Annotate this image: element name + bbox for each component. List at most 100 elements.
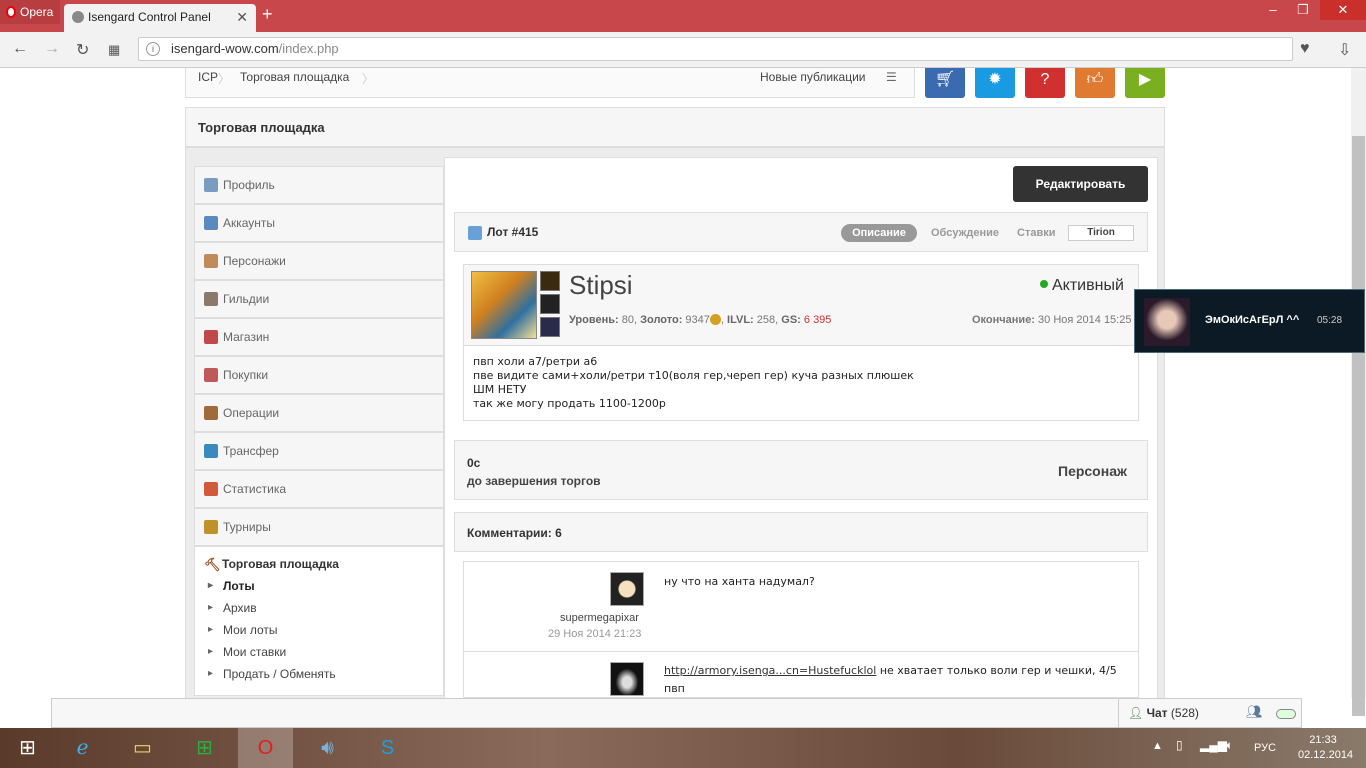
comment-user[interactable]: supermegapixar [560, 612, 639, 624]
friends-icon[interactable]: 👥︎ [1246, 704, 1263, 720]
volume-icon[interactable]: 🔈︎ [1226, 738, 1233, 753]
breadcrumb-separator: 〉 [218, 72, 231, 86]
gs-label: GS: [781, 314, 801, 326]
show-hidden-icons[interactable]: ▲ [1152, 740, 1163, 752]
toggle-switch[interactable] [1276, 709, 1296, 719]
window-close-icon[interactable]: ✕ [1320, 0, 1366, 20]
level-value: 80 [621, 314, 634, 326]
chat-bar [51, 698, 1302, 728]
language-indicator[interactable]: РУС [1254, 742, 1276, 754]
breadcrumb-current[interactable]: Торговая площадка [240, 70, 349, 84]
gs-value: 6 395 [803, 314, 832, 326]
forward-icon[interactable]: → [44, 40, 60, 58]
divider [1118, 698, 1119, 728]
timer-label: до завершения торгов [467, 474, 601, 488]
status-badge: Активный [1040, 277, 1124, 295]
shop-cart-icon[interactable]: 🛒︎ [925, 68, 965, 98]
sidebar-item-statistics[interactable]: Статистика [194, 470, 444, 508]
trophy-icon [204, 520, 218, 534]
list-icon[interactable]: ☰ [886, 70, 897, 84]
sidebar-item-tournaments[interactable]: Турниры [194, 508, 444, 546]
sidebar-item-label: Трансфер [223, 444, 279, 458]
character-link[interactable]: Персонаж [1058, 463, 1127, 479]
sound-app-icon[interactable]: 🔊︎ [300, 728, 355, 768]
auction-timer-box [454, 440, 1148, 500]
close-tab-icon[interactable]: ✕ [236, 4, 248, 30]
chat-count: (528) [1170, 706, 1199, 720]
taskbar-clock[interactable]: 21:33 02.12.2014 [1298, 733, 1354, 763]
chat-button[interactable]: 👤︎ Чат (528) [1128, 706, 1199, 720]
sidebar-item-transfer[interactable]: Трансфер [194, 432, 444, 470]
armory-link[interactable]: http://armory.isenga...cn=Hustefucklol [664, 664, 876, 677]
windows-start-icon[interactable]: ⊞ [0, 728, 55, 768]
lot-card-header [463, 264, 1139, 346]
ilvl-label: ILVL: [727, 314, 754, 326]
maximize-icon[interactable]: ❐ [1288, 0, 1318, 20]
sidebar-item-shop[interactable]: Магазин [194, 318, 444, 356]
ilvl-value: 258 [756, 314, 776, 326]
breadcrumb-separator: 〉 [362, 72, 375, 86]
spec-icon [540, 294, 560, 314]
lot-icon [468, 226, 482, 240]
submenu-item-my-bids[interactable]: Мои ставки [208, 645, 286, 659]
internet-explorer-icon[interactable]: ℯ [55, 728, 110, 768]
signal-icon[interactable]: ▂▄▆ [1200, 738, 1227, 752]
clock-time: 21:33 [1309, 734, 1337, 746]
sidebar-item-market[interactable]: 🔨︎ Торговая площадка [204, 557, 339, 572]
timer-value: 0с [467, 456, 481, 470]
sidebar-item-characters[interactable]: Персонажи [194, 242, 444, 280]
comment-text: http://armory.isenga...cn=Hustefucklol н… [664, 662, 1124, 698]
new-posts-link[interactable]: Новые публикации [760, 70, 866, 84]
help-icon[interactable]: ? [1025, 68, 1065, 98]
minimize-icon[interactable]: ‒ [1258, 0, 1288, 20]
breadcrumb-root[interactable]: ICP [198, 70, 218, 84]
file-explorer-icon[interactable]: ▭ [115, 728, 170, 768]
sidebar-item-guilds[interactable]: Гильдии [194, 280, 444, 318]
comment-avatar[interactable] [610, 662, 644, 696]
tab-description[interactable]: Описание [841, 224, 917, 242]
sidebar-item-label: Статистика [223, 482, 287, 496]
spec-icon [540, 317, 560, 337]
sidebar-item-purchases[interactable]: Покупки [194, 356, 444, 394]
download-icon[interactable]: ⇩ [1338, 40, 1351, 60]
character-stats: Уровень: 80, Золото: 9347, ILVL: 258, GS… [569, 314, 832, 326]
reload-icon[interactable]: ↻ [76, 40, 89, 60]
url-field[interactable]: i isengard-wow.com/index.php [138, 37, 1293, 61]
opera-menu-button[interactable]: Opera [0, 0, 60, 24]
scrollbar-thumb[interactable] [1352, 136, 1365, 716]
like-icon[interactable]: 👍︎ [1075, 68, 1115, 98]
sidebar-item-profile[interactable]: Профиль [194, 166, 444, 204]
gold-label: Золото: [640, 314, 683, 326]
opera-taskbar-icon[interactable]: O [238, 728, 293, 768]
submenu-item-my-lots[interactable]: Мои лоты [208, 623, 278, 637]
tab-bids[interactable]: Ставки [1017, 224, 1055, 242]
speed-dial-icon[interactable]: ▦ [108, 42, 120, 58]
edit-button[interactable]: Редактировать [1013, 166, 1148, 202]
breadcrumb: ICP 〉 Торговая площадка 〉 Новые публикац… [185, 68, 915, 98]
sidebar-item-accounts[interactable]: Аккаунты [194, 204, 444, 242]
skype-icon[interactable]: S [360, 728, 415, 768]
sidebar-item-label: Гильдии [223, 292, 270, 306]
chat-notification[interactable]: ЭмОкИсАгЕрЛ ^^ 05:28 [1134, 289, 1365, 353]
comment-avatar[interactable] [610, 572, 644, 606]
sidebar-item-label: Покупки [223, 368, 269, 382]
play-icon[interactable]: ▶ [1125, 68, 1165, 98]
site-info-icon[interactable]: i [146, 42, 160, 56]
settings-gear-icon[interactable]: ✹ [975, 68, 1015, 98]
submenu-item-archive[interactable]: Архив [208, 601, 257, 615]
tab-discussion[interactable]: Обсуждение [931, 224, 999, 242]
battery-icon[interactable]: ▯ [1176, 738, 1183, 752]
tab-title: Isengard Control Panel [88, 10, 211, 24]
url-path: /index.php [278, 41, 339, 56]
sidebar-item-operations[interactable]: Операции [194, 394, 444, 432]
back-icon[interactable]: ← [12, 40, 28, 58]
wallet-icon [204, 406, 218, 420]
submenu-item-lots[interactable]: Лоты [208, 579, 255, 593]
submenu-item-sell-trade[interactable]: Продать / Обменять [208, 667, 336, 681]
clock-date: 02.12.2014 [1298, 749, 1354, 761]
store-icon[interactable]: ⊞ [177, 728, 232, 768]
browser-tab[interactable]: Isengard Control Panel ✕ [64, 4, 256, 32]
bookmark-heart-icon[interactable]: ♥ [1300, 40, 1310, 58]
comment-divider [464, 651, 1138, 652]
new-tab-icon[interactable]: + [262, 4, 273, 25]
